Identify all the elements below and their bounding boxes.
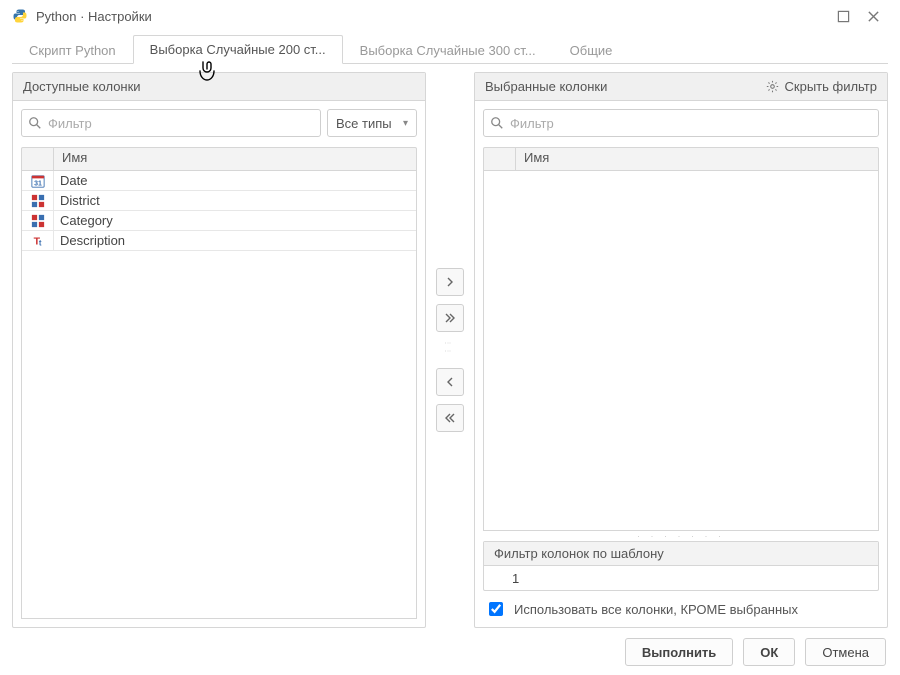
types-dropdown-label: Все типы xyxy=(336,116,392,131)
list-item-label: Description xyxy=(54,233,416,248)
horizontal-splitter-icon[interactable]: · · · · · · · xyxy=(483,531,879,541)
list-item-label: Date xyxy=(54,173,416,188)
use-except-label: Использовать все колонки, КРОМЕ выбранны… xyxy=(514,602,798,617)
window-maximize-icon[interactable] xyxy=(828,1,858,31)
use-except-checkbox[interactable] xyxy=(489,602,503,616)
execute-button[interactable]: Выполнить xyxy=(625,638,733,666)
move-left-all-button[interactable] xyxy=(436,404,464,432)
pattern-filter-value[interactable]: 1 xyxy=(484,566,878,590)
window-close-icon[interactable] xyxy=(858,1,888,31)
window-title: Python · Настройки xyxy=(36,9,152,24)
available-filter-input[interactable] xyxy=(21,109,321,137)
tab-sample-200[interactable]: Выборка Случайные 200 ст... xyxy=(133,35,343,64)
cancel-button[interactable]: Отмена xyxy=(805,638,886,666)
grid-icon xyxy=(22,211,54,230)
available-list[interactable]: 31 Date District Category xyxy=(21,171,417,619)
svg-text:t: t xyxy=(38,238,41,247)
available-columns-panel: Доступные колонки Все типы ▾ xyxy=(12,72,426,628)
selected-list[interactable] xyxy=(483,171,879,531)
dialog-footer: Выполнить ОК Отмена xyxy=(0,629,900,675)
selected-column-header: Имя xyxy=(516,148,878,170)
list-item[interactable]: Category xyxy=(22,211,416,231)
hide-filter-link[interactable]: Скрыть фильтр xyxy=(785,79,877,94)
pattern-filter-label: Фильтр колонок по шаблону xyxy=(484,542,878,566)
selected-filter-input[interactable] xyxy=(483,109,879,137)
tab-sample-300[interactable]: Выборка Случайные 300 ст... xyxy=(343,36,553,64)
ok-button[interactable]: ОК xyxy=(743,638,795,666)
python-logo-icon xyxy=(12,8,30,24)
move-right-button[interactable] xyxy=(436,268,464,296)
list-item[interactable]: 31 Date xyxy=(22,171,416,191)
selected-columns-panel: Выбранные колонки Скрыть фильтр xyxy=(474,72,888,628)
splitter-grip-icon[interactable]: ⋮⋮ xyxy=(445,340,455,360)
search-icon xyxy=(490,116,504,130)
use-except-checkbox-row[interactable]: Использовать все колонки, КРОМЕ выбранны… xyxy=(483,591,879,619)
list-item-label: Category xyxy=(54,213,416,228)
transfer-buttons: ⋮⋮ xyxy=(426,72,474,628)
text-icon: Tt xyxy=(22,231,54,250)
gear-icon[interactable] xyxy=(766,80,779,93)
tab-bar: Скрипт Python Выборка Случайные 200 ст..… xyxy=(0,32,900,64)
available-columns-title: Доступные колонки xyxy=(23,79,141,94)
tab-general[interactable]: Общие xyxy=(553,36,630,64)
available-column-header: Имя xyxy=(54,148,416,170)
pattern-filter-box: Фильтр колонок по шаблону 1 xyxy=(483,541,879,591)
selected-columns-title: Выбранные колонки xyxy=(485,79,607,94)
grid-icon xyxy=(22,191,54,210)
list-item-label: District xyxy=(54,193,416,208)
list-item[interactable]: District xyxy=(22,191,416,211)
search-icon xyxy=(28,116,42,130)
types-dropdown[interactable]: Все типы ▾ xyxy=(327,109,417,137)
svg-text:31: 31 xyxy=(34,180,42,187)
tab-script-python[interactable]: Скрипт Python xyxy=(12,36,133,64)
title-bar: Python · Настройки xyxy=(0,0,900,32)
calendar-icon: 31 xyxy=(22,171,54,190)
chevron-down-icon: ▾ xyxy=(403,118,408,129)
list-item[interactable]: Tt Description xyxy=(22,231,416,251)
move-right-all-button[interactable] xyxy=(436,304,464,332)
move-left-button[interactable] xyxy=(436,368,464,396)
